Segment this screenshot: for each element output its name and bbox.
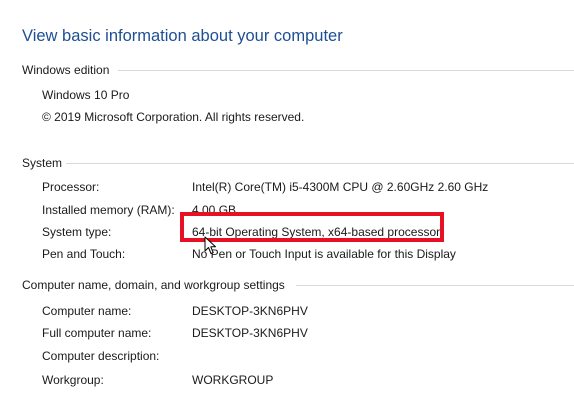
windows-edition-divider xyxy=(118,70,574,71)
mouse-cursor-icon xyxy=(204,236,216,254)
highlight-box xyxy=(180,212,444,242)
workgroup-value: WORKGROUP xyxy=(192,373,274,387)
full-computer-name-label: Full computer name: xyxy=(42,326,152,340)
windows-edition-heading: Windows edition xyxy=(22,63,110,77)
page-title: View basic information about your comput… xyxy=(22,27,343,45)
system-type-label: System type: xyxy=(42,225,112,239)
computer-description-label: Computer description: xyxy=(42,349,160,363)
system-info-page: View basic information about your comput… xyxy=(0,0,574,404)
windows-edition-value: Windows 10 Pro xyxy=(42,88,130,102)
computer-name-value: DESKTOP-3KN6PHV xyxy=(192,304,308,318)
processor-label: Processor: xyxy=(42,180,100,194)
system-divider xyxy=(66,163,574,164)
computer-name-divider xyxy=(296,285,574,286)
full-computer-name-value: DESKTOP-3KN6PHV xyxy=(192,326,308,340)
system-heading: System xyxy=(22,156,63,170)
workgroup-label: Workgroup: xyxy=(42,373,104,387)
pen-touch-label: Pen and Touch: xyxy=(42,247,126,261)
processor-value: Intel(R) Core(TM) i5-4300M CPU @ 2.60GHz… xyxy=(192,180,489,194)
pen-touch-value: No Pen or Touch Input is available for t… xyxy=(192,247,456,261)
computer-name-label: Computer name: xyxy=(42,304,132,318)
memory-label: Installed memory (RAM): xyxy=(42,203,175,217)
copyright-text: © 2019 Microsoft Corporation. All rights… xyxy=(42,110,305,124)
computer-name-heading: Computer name, domain, and workgroup set… xyxy=(22,278,285,292)
